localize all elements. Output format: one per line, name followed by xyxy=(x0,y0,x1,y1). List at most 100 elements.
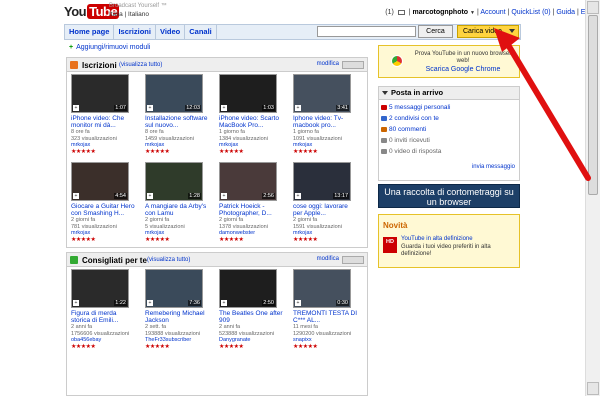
add-to-quicklist-icon[interactable]: + xyxy=(147,300,153,306)
chevron-down-icon[interactable]: ▼ xyxy=(470,10,475,16)
youtube-logo[interactable]: You Tube xyxy=(64,3,120,21)
inbox-item[interactable]: 0 video di risposta xyxy=(379,146,519,157)
video-thumbnail[interactable]: +1:03 xyxy=(219,74,277,113)
video-title[interactable]: Installazione software sul nuovo... xyxy=(145,115,211,129)
add-to-quicklist-icon[interactable]: + xyxy=(73,193,79,199)
video-duration: 7:36 xyxy=(188,300,201,306)
video-thumbnail[interactable]: +4:54 xyxy=(71,162,129,201)
video-card[interactable]: +2:50 The Beatles One after 909 2 anni fa 5… xyxy=(219,269,285,351)
search-button[interactable]: Cerca xyxy=(418,25,453,38)
video-thumbnail[interactable]: +12:03 xyxy=(145,74,203,113)
tab-videos[interactable]: Video xyxy=(156,25,186,39)
video-thumbnail[interactable]: +3:41 xyxy=(293,74,351,113)
quicklist-link[interactable]: QuickList (0) xyxy=(511,9,550,16)
video-card[interactable]: +1:22 Figura di merda storica di Emili...… xyxy=(71,269,137,351)
module-controls[interactable] xyxy=(342,256,364,264)
video-card[interactable]: +1:07 iPhone video: Che monitor mi dà... 8… xyxy=(71,74,137,156)
video-card[interactable]: +1:28 A mangiare da Arby's con Lamu 2 gior… xyxy=(145,162,211,244)
module-header: Consigliati per te (visualizza tutto) mo… xyxy=(67,253,367,267)
upload-button[interactable]: Carica video xyxy=(457,25,519,38)
inbox-item-icon xyxy=(381,127,387,132)
video-thumbnail[interactable]: +2:50 xyxy=(219,269,277,308)
add-to-quicklist-icon[interactable]: + xyxy=(295,193,301,199)
add-modules-link[interactable]: + Aggiungi/rimuovi moduli xyxy=(69,44,150,51)
video-title[interactable]: Figura di merda storica di Emili... xyxy=(71,310,137,324)
tagline: Broadcast Yourself ™ xyxy=(109,3,167,9)
video-card[interactable]: +4:54 Giocare a Guitar Hero con Smashing … xyxy=(71,162,137,244)
search-input[interactable] xyxy=(317,26,416,37)
video-title[interactable]: iPhone video: Scarto MacBook Pro... xyxy=(219,115,285,129)
video-title[interactable]: Iphone video: Tv-macbook pro... xyxy=(293,115,359,129)
chrome-download-link[interactable]: Scarica Google Chrome xyxy=(409,66,517,73)
video-card[interactable]: +12:03 Installazione software sul nuovo..… xyxy=(145,74,211,156)
add-to-quicklist-icon[interactable]: + xyxy=(221,300,227,306)
video-card[interactable]: +2:56 Patrick Hoeick - Photographer, D...… xyxy=(219,162,285,244)
inbox-item[interactable]: 5 messaggi personali xyxy=(379,102,519,113)
tab-home[interactable]: Home page xyxy=(65,25,115,39)
video-duration: 1:28 xyxy=(188,193,201,199)
inbox-header[interactable]: Posta in arrivo xyxy=(379,87,519,100)
video-card[interactable]: +0:30 TREMONTI TESTA DI C*** AL... 11 mesi… xyxy=(293,269,359,351)
video-card[interactable]: +7:36 Remebering Michael Jackson 2 sett. f… xyxy=(145,269,211,351)
inbox-item[interactable]: 80 commenti xyxy=(379,124,519,135)
video-title[interactable]: iPhone video: Che monitor mi dà... xyxy=(71,115,137,129)
video-thumbnail[interactable]: +0:30 xyxy=(293,269,351,308)
video-thumbnail[interactable]: +7:36 xyxy=(145,269,203,308)
video-title[interactable]: TREMONTI TESTA DI C*** AL... xyxy=(293,310,359,324)
add-to-quicklist-icon[interactable]: + xyxy=(147,193,153,199)
edit-link[interactable]: modifica xyxy=(317,256,339,262)
send-message-link[interactable]: invia messaggio xyxy=(472,164,515,170)
shorts-banner[interactable]: Una raccolta di cortometraggi su un brow… xyxy=(378,184,520,208)
inbox-item[interactable]: 2 condivisi con te xyxy=(379,113,519,124)
module-title: Consigliati per te xyxy=(82,256,147,265)
video-thumbnail[interactable]: +2:56 xyxy=(219,162,277,201)
add-to-quicklist-icon[interactable]: + xyxy=(73,300,79,306)
video-thumbnail[interactable]: +1:22 xyxy=(71,269,129,308)
module-controls[interactable] xyxy=(342,61,364,69)
rating-stars: ★★★★★ xyxy=(71,236,96,243)
hd-link[interactable]: YouTube in alta definizione xyxy=(401,236,473,242)
add-to-quicklist-icon[interactable]: + xyxy=(147,105,153,111)
chrome-promo: Prova YouTube in un nuovo browser web! S… xyxy=(378,45,520,78)
tab-subscriptions[interactable]: Iscrizioni xyxy=(114,25,156,39)
video-thumbnail[interactable]: +1:28 xyxy=(145,162,203,201)
video-title[interactable]: A mangiare da Arby's con Lamu xyxy=(145,203,211,217)
video-title[interactable]: The Beatles One after 909 xyxy=(219,310,285,324)
video-title[interactable]: Patrick Hoeick - Photographer, D... xyxy=(219,203,285,217)
add-to-quicklist-icon[interactable]: + xyxy=(295,300,301,306)
help-link[interactable]: Guida xyxy=(556,9,575,16)
video-card[interactable]: +1:03 iPhone video: Scarto MacBook Pro...… xyxy=(219,74,285,156)
video-title[interactable]: Giocare a Guitar Hero con Smashing H... xyxy=(71,203,137,217)
rating-stars: ★★★★★ xyxy=(145,236,170,243)
video-thumbnail[interactable]: +13:17 xyxy=(293,162,351,201)
scroll-down-button[interactable] xyxy=(587,382,599,395)
mail-count[interactable]: (1) xyxy=(385,9,394,16)
view-all-link[interactable]: (visualizza tutto) xyxy=(147,257,190,263)
chevron-down-icon[interactable] xyxy=(382,91,388,96)
view-all-link[interactable]: (visualizza tutto) xyxy=(119,62,162,68)
add-to-quicklist-icon[interactable]: + xyxy=(221,105,227,111)
username-link[interactable]: marcotognphoto xyxy=(412,9,468,16)
video-title[interactable]: cose oggi: lavorare per Apple... xyxy=(293,203,359,217)
scroll-up-button[interactable] xyxy=(587,1,599,14)
rating-stars: ★★★★★ xyxy=(293,343,318,350)
add-to-quicklist-icon[interactable]: + xyxy=(221,193,227,199)
chevron-down-icon[interactable] xyxy=(509,29,515,33)
scrollbar-thumb[interactable] xyxy=(588,15,598,195)
scrollbar[interactable] xyxy=(585,0,600,396)
add-to-quicklist-icon[interactable]: + xyxy=(295,105,301,111)
video-thumbnail[interactable]: +1:07 xyxy=(71,74,129,113)
add-to-quicklist-icon[interactable]: + xyxy=(73,105,79,111)
account-link[interactable]: Account xyxy=(480,9,505,16)
account-bar: (1) | marcotognphoto ▼ | Account | Quick… xyxy=(385,9,594,16)
plus-icon: + xyxy=(69,44,74,51)
edit-link[interactable]: modifica xyxy=(317,61,339,67)
video-title[interactable]: Remebering Michael Jackson xyxy=(145,310,211,324)
video-card[interactable]: +13:17 cose oggi: lavorare per Apple... 2 … xyxy=(293,162,359,244)
inbox-module: Posta in arrivo 5 messaggi personali 2 co… xyxy=(378,86,520,181)
inbox-item[interactable]: 0 inviti ricevuti xyxy=(379,135,519,146)
tab-channels[interactable]: Canali xyxy=(185,25,217,39)
locale-selector[interactable]: Italia | Italiano xyxy=(109,11,149,18)
video-card[interactable]: +3:41 Iphone video: Tv-macbook pro... 1 gi… xyxy=(293,74,359,156)
mail-icon[interactable] xyxy=(397,9,405,15)
